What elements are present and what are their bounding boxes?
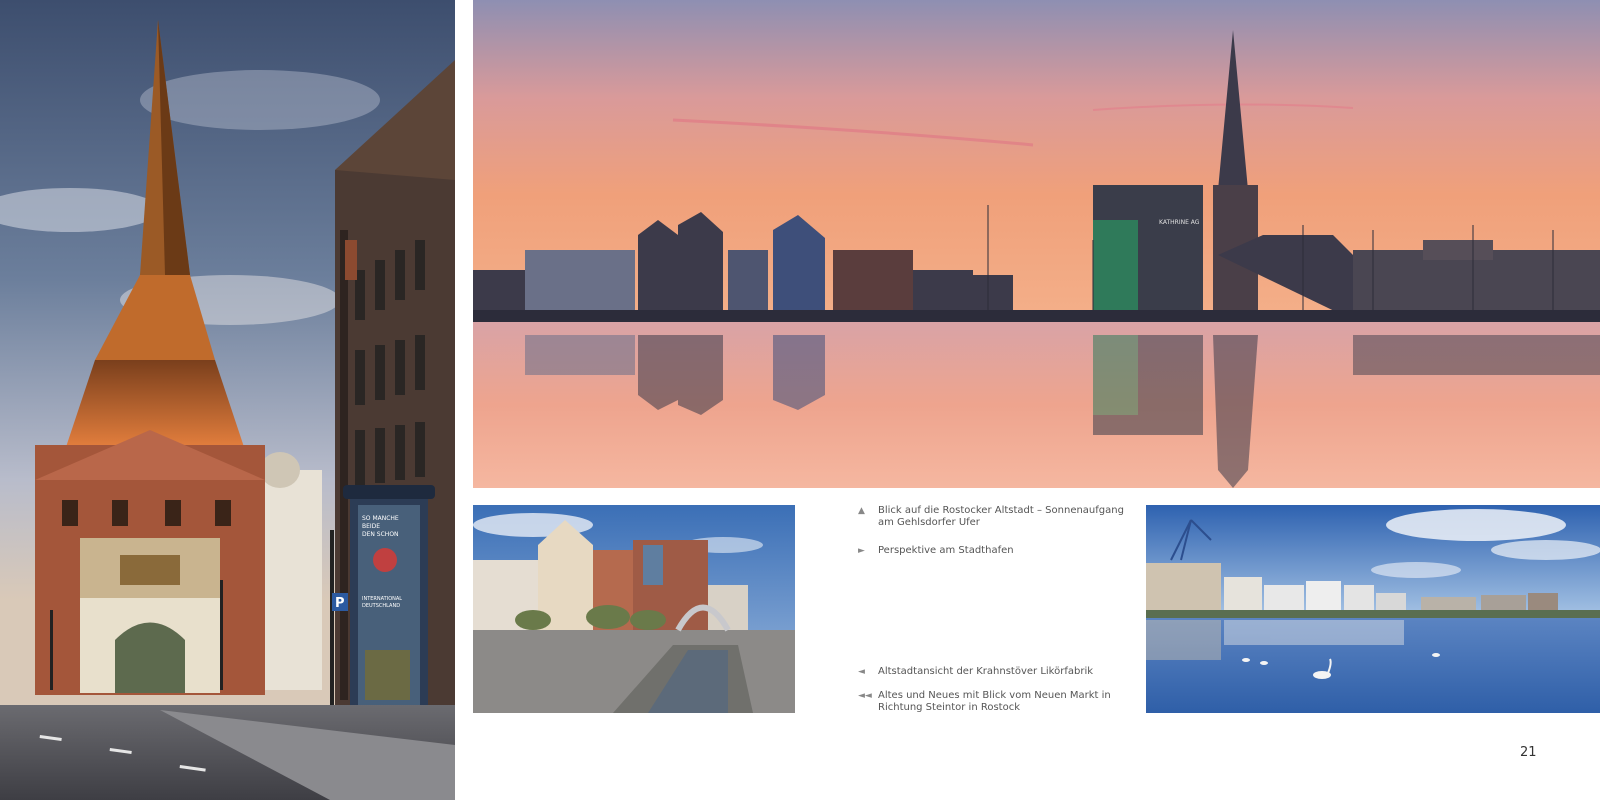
caption-altstadt-sunrise: ▲ Blick auf die Rostocker Altstadt – Son…	[858, 505, 1130, 529]
skyline-illustration: KATHRINE AG	[473, 0, 1600, 488]
caption-text: Blick auf die Rostocker Altstadt – Sonne…	[878, 505, 1124, 528]
caption-text: Altes und Neues mit Blick vom Neuen Mark…	[878, 690, 1111, 713]
poster-line-1: SO MANCHE	[362, 515, 399, 522]
photo-captions: ▲ Blick auf die Rostocker Altstadt – Son…	[858, 505, 1130, 715]
arrow-left-icon: ◄	[858, 667, 865, 677]
caption-steintor: ◄◄ Altes und Neues mit Blick vom Neuen M…	[858, 690, 1130, 714]
poster-line-3: DEN SCHON	[362, 531, 399, 538]
caption-text: Altstadtansicht der Krahnstöver Likörfab…	[878, 666, 1094, 677]
parking-sign-letter: P	[335, 596, 345, 611]
poster-line-4: INTERNATIONAL	[362, 596, 402, 602]
photo-steintor-gate: SO MANCHE BEIDE DEN SCHON INTERNATIONAL …	[0, 0, 455, 800]
photo-rostock-skyline-sunrise: KATHRINE AG	[473, 0, 1600, 488]
steintor-illustration: SO MANCHE BEIDE DEN SCHON INTERNATIONAL …	[0, 0, 455, 800]
page-number: 21	[1520, 745, 1537, 760]
poster-line-5: DEUTSCHLAND	[362, 603, 400, 609]
photo-stadthafen	[1146, 505, 1600, 713]
caption-text: Perspektive am Stadthafen	[878, 545, 1014, 556]
arrow-up-icon: ▲	[858, 506, 865, 516]
building-sign: KATHRINE AG	[1159, 219, 1200, 226]
double-arrow-left-icon: ◄◄	[858, 691, 872, 701]
caption-stadthafen: ► Perspektive am Stadthafen	[858, 545, 1130, 557]
photo-krahnstoever-likoerfabrik	[473, 505, 795, 713]
poster-line-2: BEIDE	[362, 523, 380, 530]
likoerfabrik-illustration	[473, 505, 795, 713]
caption-likoerfabrik: ◄ Altstadtansicht der Krahnstöver Likörf…	[858, 666, 1130, 678]
arrow-right-icon: ►	[858, 546, 865, 556]
stadthafen-illustration	[1146, 505, 1600, 713]
